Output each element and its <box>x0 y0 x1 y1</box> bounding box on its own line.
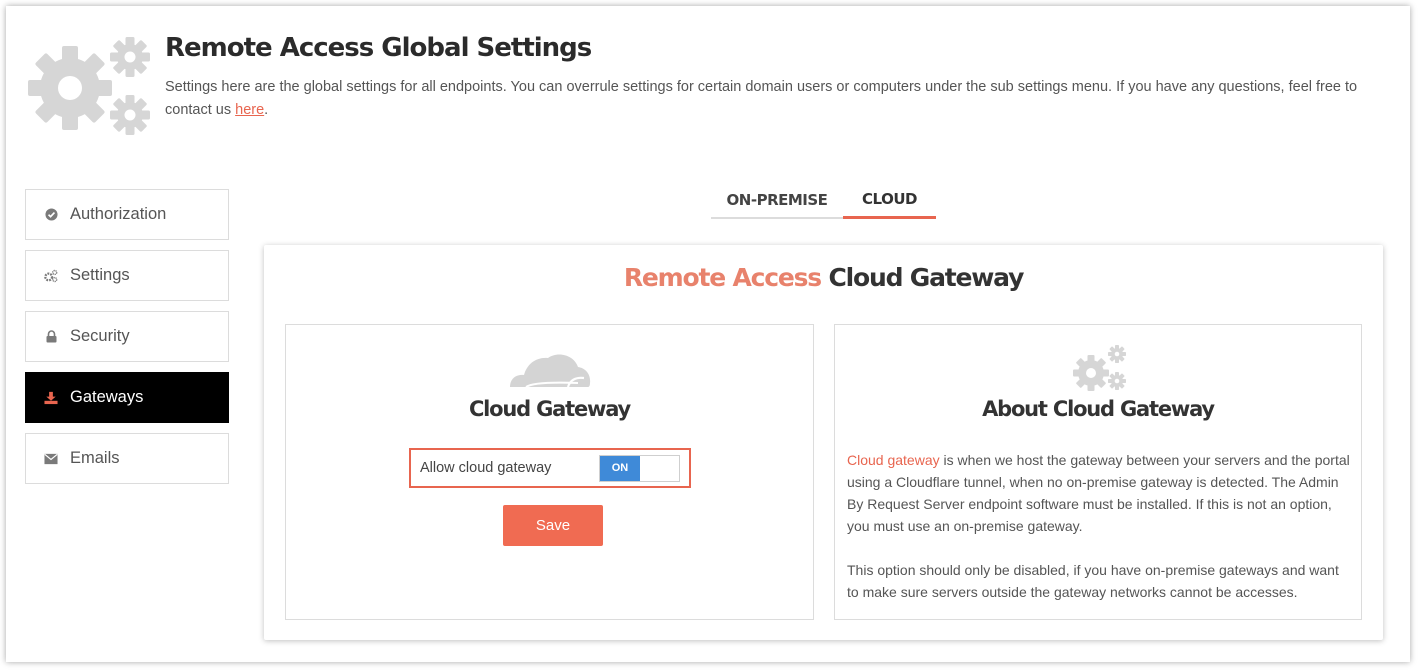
sidebar-item-label: Security <box>70 327 130 345</box>
about-paragraph-2: This option should only be disabled, if … <box>847 562 1339 600</box>
description-text: Settings here are the global settings fo… <box>165 79 1358 118</box>
sidebar-item-gateways[interactable]: Gateways <box>25 372 229 423</box>
save-button[interactable]: Save <box>503 505 603 546</box>
page-description: Settings here are the global settings fo… <box>165 76 1395 122</box>
card-title-accent: Remote Access <box>623 263 822 292</box>
allow-cloud-gateway-label: Allow cloud gateway <box>420 460 552 476</box>
about-description: Cloud gateway is when we host the gatewa… <box>847 449 1352 603</box>
allow-cloud-gateway-row: Allow cloud gateway ON <box>409 448 691 488</box>
panel-heading-cloud-gateway: Cloud Gateway <box>468 397 631 421</box>
sidebar-item-security[interactable]: Security <box>25 311 229 362</box>
cloud-icon <box>510 354 591 388</box>
sidebar-item-label: Settings <box>70 266 130 284</box>
app-frame: Remote Access Global Settings Settings h… <box>6 6 1410 662</box>
toggle-on-label: ON <box>600 455 640 481</box>
allow-cloud-gateway-toggle[interactable]: ON <box>599 454 680 482</box>
sidebar-item-label: Emails <box>70 449 120 467</box>
contact-link[interactable]: here <box>235 102 264 118</box>
about-cloud-gateway-panel: About Cloud Gateway Cloud gateway is whe… <box>834 324 1362 620</box>
page-title: Remote Access Global Settings <box>165 33 592 63</box>
gears-icon <box>44 269 58 283</box>
cloud-gateway-panel: Cloud Gateway Allow cloud gateway ON Sav… <box>285 324 814 620</box>
cloud-gateway-card: Remote Access Cloud Gateway Cloud Gatewa… <box>264 245 1383 640</box>
gears-icon <box>1073 345 1126 391</box>
sidebar-item-emails[interactable]: Emails <box>25 433 229 484</box>
card-title-rest: Cloud Gateway <box>820 263 1024 292</box>
toggle-off-area <box>640 455 679 481</box>
download-icon <box>44 391 58 405</box>
description-end: . <box>264 102 269 118</box>
tab-cloud[interactable]: CLOUD <box>843 181 936 219</box>
sidebar-item-label: Gateways <box>70 388 144 406</box>
sidebar-nav: Authorization Settings Security Gateways… <box>25 189 229 494</box>
lock-icon <box>44 330 58 344</box>
about-paragraph-1: Cloud gateway is when we host the gatewa… <box>847 449 1352 537</box>
gears-icon <box>28 37 150 135</box>
panel-heading-about: About Cloud Gateway <box>982 397 1215 421</box>
envelope-icon <box>44 452 58 466</box>
about-highlight: Cloud gateway <box>847 452 940 468</box>
card-title: Remote Access Cloud Gateway <box>264 263 1383 292</box>
gateway-tabs: ON-PREMISE CLOUD <box>711 181 936 219</box>
sidebar-item-authorization[interactable]: Authorization <box>25 189 229 240</box>
sidebar-item-settings[interactable]: Settings <box>25 250 229 301</box>
tab-on-premise[interactable]: ON-PREMISE <box>711 181 843 219</box>
sidebar-item-label: Authorization <box>70 205 167 223</box>
check-circle-icon <box>44 208 58 222</box>
